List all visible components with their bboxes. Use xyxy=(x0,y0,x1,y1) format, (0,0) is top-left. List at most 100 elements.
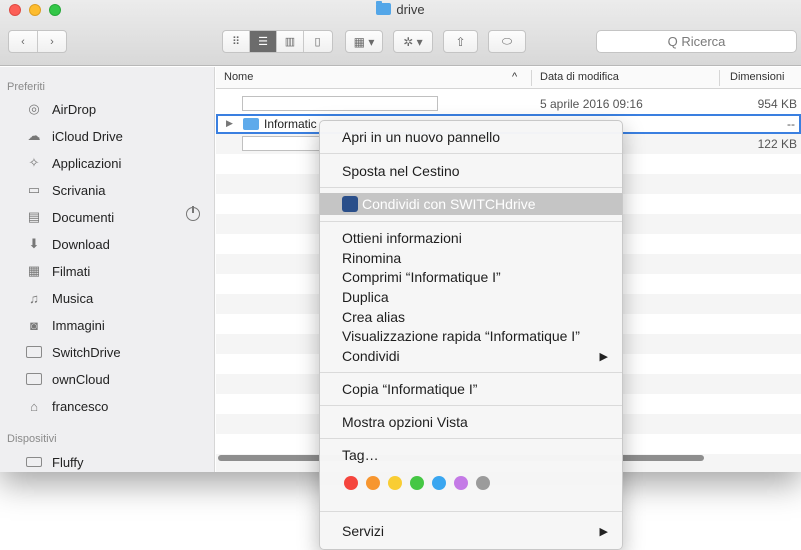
home-icon: ⌂ xyxy=(30,398,38,414)
share-button[interactable]: ⇧ xyxy=(443,30,478,53)
file-size: -- xyxy=(787,117,795,131)
file-name: Informatic xyxy=(264,117,317,131)
movies-icon: ▦ xyxy=(27,263,41,278)
file-size: 122 KB xyxy=(757,137,797,151)
music-icon: ♫ xyxy=(29,290,39,306)
sidebar-item-label: Applicazioni xyxy=(52,155,122,171)
sidebar-item-label: Scrivania xyxy=(52,182,106,198)
tag-orange-dot[interactable] xyxy=(366,476,380,490)
documents-icon: ▤ xyxy=(27,209,41,224)
sidebar-item-label: Fluffy xyxy=(52,454,84,470)
arrange-button[interactable]: ▦ ▾ xyxy=(345,30,383,53)
folder-icon xyxy=(26,372,42,386)
sidebar-item-label: Immagini xyxy=(52,317,105,333)
menu-separator xyxy=(320,438,622,439)
share-icon: ⇧ xyxy=(455,34,466,49)
column-header: Nome ^ Data di modifica Dimensioni xyxy=(216,67,801,89)
tag-gray-dot[interactable] xyxy=(476,476,490,490)
arrange-icon: ▦ ▾ xyxy=(353,34,375,49)
menu-separator xyxy=(320,372,622,373)
folder-icon xyxy=(243,118,259,130)
disk-icon xyxy=(26,455,42,469)
action-button[interactable]: ✲ ▾ xyxy=(393,30,433,53)
menu-item-get-info[interactable]: Ottieni informazioni xyxy=(342,228,462,248)
search-input[interactable]: Q Ricerca xyxy=(596,30,797,53)
sidebar-section-devices: Dispositivi xyxy=(7,433,57,445)
sort-indicator-icon: ^ xyxy=(512,71,518,83)
menu-item-share-label: Condividi xyxy=(342,348,400,364)
menu-item-tags[interactable]: Tag… xyxy=(342,445,379,465)
sidebar-item-label: francesco xyxy=(52,398,109,414)
folder-icon xyxy=(376,1,392,15)
tag-green-dot[interactable] xyxy=(410,476,424,490)
tag-button[interactable]: ⬭ xyxy=(488,30,526,53)
menu-item-share[interactable]: Condividi xyxy=(342,346,602,366)
icon-view-button[interactable]: ⠿ xyxy=(223,31,250,52)
menu-item-rename[interactable]: Rinomina xyxy=(342,248,401,268)
sidebar: Preferiti ◎ AirDrop ☁ iCloud Drive ✧ App… xyxy=(0,67,215,472)
gear-icon: ✲ ▾ xyxy=(403,34,423,49)
file-date: 5 aprile 2016 09:16 xyxy=(540,97,643,111)
switchdrive-icon xyxy=(342,196,358,212)
menu-item-quick-look[interactable]: Visualizzazione rapida “Informatique I” xyxy=(342,326,580,346)
sidebar-item-label: Documenti xyxy=(52,209,115,225)
tag-yellow-dot[interactable] xyxy=(388,476,402,490)
pictures-icon: ◙ xyxy=(30,317,38,333)
menu-item-show-view-options[interactable]: Mostra opzioni Vista xyxy=(342,412,468,432)
column-name-header[interactable]: Nome xyxy=(224,71,253,83)
sidebar-item-label: Musica xyxy=(52,290,94,306)
column-divider[interactable] xyxy=(531,70,532,86)
column-view-button[interactable]: ▥ xyxy=(277,31,304,52)
menu-separator xyxy=(320,187,622,188)
menu-separator xyxy=(320,221,622,222)
tag-purple-dot[interactable] xyxy=(454,476,468,490)
eject-icon[interactable] xyxy=(186,206,200,221)
menu-separator xyxy=(320,511,622,512)
window-title-text: drive xyxy=(396,2,425,17)
column-divider[interactable] xyxy=(719,70,720,86)
tag-icon: ⬭ xyxy=(501,34,513,48)
back-button[interactable]: ‹ xyxy=(9,31,38,52)
menu-item-move-to-trash[interactable]: Sposta nel Cestino xyxy=(342,161,460,181)
folder-icon xyxy=(26,345,42,359)
file-size: 954 KB xyxy=(757,97,797,111)
cloud-icon: ☁ xyxy=(27,128,41,143)
menu-item-services[interactable]: Servizi xyxy=(342,521,602,541)
window-title: drive xyxy=(0,1,801,17)
submenu-arrow-icon: ▶ xyxy=(599,526,608,538)
file-row[interactable]: 5 aprile 2016 09:16 954 KB xyxy=(216,94,801,114)
back-forward-control: ‹ › xyxy=(8,30,67,53)
list-view-button[interactable]: ☰ xyxy=(250,31,277,52)
menu-item-share-switchdrive-label: Condividi con SWITCHdrive xyxy=(362,196,536,212)
submenu-arrow-icon: ▶ xyxy=(599,351,608,363)
sidebar-item-label: Filmati xyxy=(52,263,91,279)
tag-red-dot[interactable] xyxy=(344,476,358,490)
tag-blue-dot[interactable] xyxy=(432,476,446,490)
applications-icon: ✧ xyxy=(28,155,40,170)
redacted-filename xyxy=(242,136,320,151)
sidebar-item-label: Download xyxy=(52,236,110,252)
menu-item-copy[interactable]: Copia “Informatique I” xyxy=(342,379,477,399)
disclosure-triangle-icon[interactable]: ▶ xyxy=(226,118,233,129)
column-date-header[interactable]: Data di modifica xyxy=(540,71,619,83)
download-icon: ⬇ xyxy=(28,236,40,251)
redacted-filename xyxy=(242,96,438,111)
context-menu: Apri in un nuovo pannello Sposta nel Ces… xyxy=(319,120,623,550)
airdrop-icon: ◎ xyxy=(28,101,40,116)
column-size-header[interactable]: Dimensioni xyxy=(730,71,784,83)
title-bar: drive ‹ › ⠿ ☰ ▥ ▯ ▦ ▾ ✲ ▾ ⇧ ⬭ Q Ricerca xyxy=(0,0,801,66)
menu-item-open-new-panel[interactable]: Apri in un nuovo pannello xyxy=(342,127,500,147)
sidebar-item-label: ownCloud xyxy=(52,371,110,387)
menu-separator xyxy=(320,405,622,406)
sidebar-item-label: AirDrop xyxy=(52,101,97,117)
cover-flow-button[interactable]: ▯ xyxy=(304,31,331,52)
menu-item-duplicate[interactable]: Duplica xyxy=(342,287,389,307)
menu-item-compress[interactable]: Comprimi “Informatique I” xyxy=(342,267,501,287)
menu-item-make-alias[interactable]: Crea alias xyxy=(342,307,405,327)
menu-separator xyxy=(320,153,622,154)
sidebar-item-label: SwitchDrive xyxy=(52,344,121,360)
sidebar-section-favorites: Preferiti xyxy=(7,81,45,93)
forward-button[interactable]: › xyxy=(38,31,66,52)
sidebar-item-label: iCloud Drive xyxy=(52,128,123,144)
desktop-icon: ▭ xyxy=(27,182,41,197)
